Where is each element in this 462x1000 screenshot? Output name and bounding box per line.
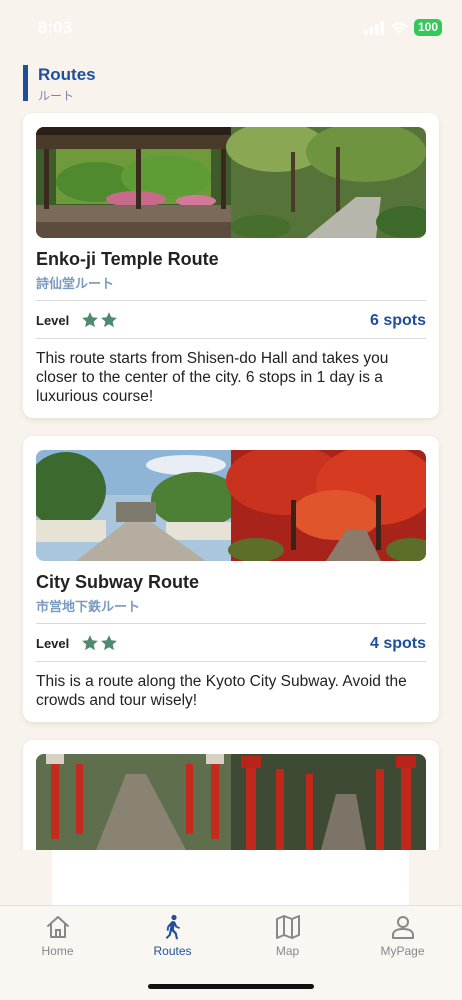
house-icon xyxy=(47,916,69,938)
star-icon xyxy=(101,635,117,651)
page-title: Routes xyxy=(38,65,96,84)
page-subtitle: ルート xyxy=(38,89,75,103)
divider xyxy=(36,661,426,662)
temple-photo xyxy=(36,127,426,238)
route-subtitle: 詩仙堂ルート xyxy=(36,276,115,291)
route-description: This is a route along the Kyoto City Sub… xyxy=(36,673,407,709)
route-title: City Subway Route xyxy=(36,572,200,592)
battery-indicator: 100 xyxy=(413,19,442,36)
star-icon xyxy=(82,312,98,328)
signal-icon xyxy=(363,20,384,35)
route-title: Enko-ji Temple Route xyxy=(36,249,219,269)
level-stars xyxy=(81,311,118,329)
tab-label: Map xyxy=(275,944,300,958)
map-icon xyxy=(276,915,300,939)
route-description: This route starts from Shisen-do Hall an… xyxy=(36,350,389,405)
tab-label: Routes xyxy=(153,944,192,958)
person-icon xyxy=(392,916,414,939)
route-list[interactable]: Enko-ji Temple Route 詩仙堂ルート Level 6 spot… xyxy=(0,112,462,850)
route-photo xyxy=(36,127,426,238)
status-time: 8:03 xyxy=(38,18,73,37)
route-subtitle: 市営地下鉄ルート xyxy=(36,599,141,614)
status-indicators: 100 xyxy=(363,19,442,36)
lantern-path-photo xyxy=(36,754,426,850)
divider xyxy=(36,623,426,624)
wifi-icon xyxy=(390,21,407,34)
route-card[interactable]: City Subway Route 市営地下鉄ルート Level 4 spots… xyxy=(23,436,439,722)
subway-route-photo xyxy=(36,450,426,561)
level-label: Level xyxy=(36,313,70,328)
walking-person-icon xyxy=(165,914,180,940)
route-card[interactable] xyxy=(23,740,439,850)
tab-label: Home xyxy=(41,944,74,958)
route-photo xyxy=(36,450,426,561)
route-card[interactable]: Enko-ji Temple Route 詩仙堂ルート Level 6 spot… xyxy=(23,113,439,418)
divider xyxy=(36,300,426,301)
status-bar: 8:03 100 xyxy=(0,0,462,54)
level-label: Level xyxy=(36,636,70,651)
spots-count: 6 spots xyxy=(369,312,426,329)
home-indicator[interactable] xyxy=(148,984,314,989)
tab-mypage[interactable]: MyPage xyxy=(345,906,460,966)
tab-home[interactable]: Home xyxy=(0,906,115,966)
route-photo xyxy=(36,754,426,850)
tab-map[interactable]: Map xyxy=(230,906,345,966)
divider xyxy=(36,338,426,339)
spots-count: 4 spots xyxy=(369,635,426,652)
star-icon xyxy=(82,635,98,651)
list-footer-fade xyxy=(52,850,409,905)
star-icon xyxy=(101,312,117,328)
tab-label: MyPage xyxy=(380,944,425,958)
tab-routes[interactable]: Routes xyxy=(115,906,230,966)
section-accent-bar xyxy=(23,65,28,101)
level-stars xyxy=(81,634,118,652)
